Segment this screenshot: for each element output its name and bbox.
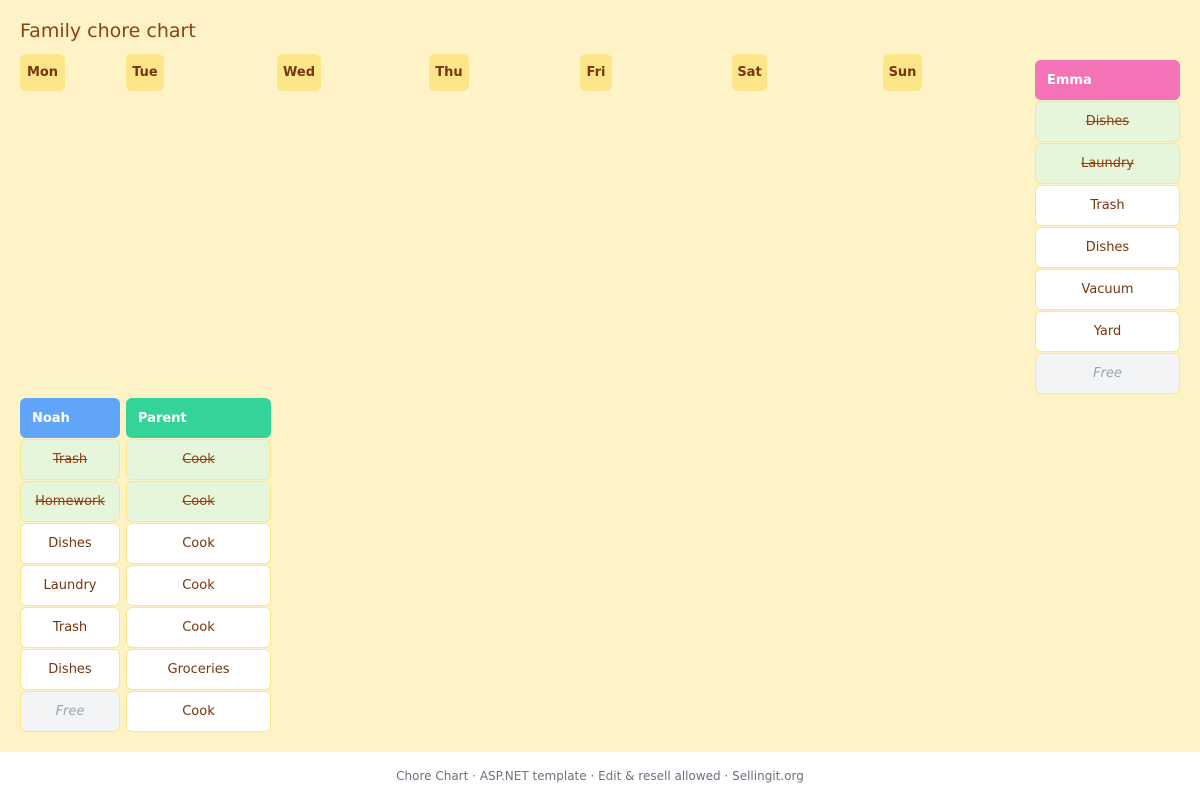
chore-item[interactable]: Cook — [126, 691, 271, 732]
chore-item[interactable]: Cook — [126, 565, 271, 606]
chore-item[interactable]: Groceries — [126, 649, 271, 690]
member-column-noah: Noah Trash Homework Dishes Laundry Trash Dish… — [20, 398, 120, 733]
chore-item[interactable]: Cook — [126, 607, 271, 648]
task-list: Trash Homework Dishes Laundry Trash Dishes Fre… — [20, 439, 120, 732]
chore-item[interactable]: Cook — [126, 439, 271, 480]
member-column-parent: Parent Cook Cook Cook Cook Cook Groceries Cook — [126, 398, 271, 733]
chore-item[interactable]: Trash — [20, 607, 120, 648]
chore-item[interactable]: Cook — [126, 481, 271, 522]
footer-text: Chore Chart · ASP.NET template · Edit & … — [396, 769, 804, 783]
member-header[interactable]: Noah — [20, 398, 120, 438]
chore-item[interactable]: Laundry — [1035, 143, 1180, 184]
chore-item[interactable]: Dishes — [1035, 101, 1180, 142]
chore-item[interactable]: Vacuum — [1035, 269, 1180, 310]
member-column-emma: Emma Dishes Laundry Trash Dishes Vacuum Yard F… — [1035, 60, 1180, 395]
day-header-sat[interactable]: Sat — [732, 54, 767, 91]
chore-item[interactable]: Dishes — [1035, 227, 1180, 268]
chore-item[interactable]: Trash — [1035, 185, 1180, 226]
day-header-wed[interactable]: Wed — [277, 54, 321, 91]
day-header-sun[interactable]: Sun — [883, 54, 922, 91]
chore-item[interactable]: Yard — [1035, 311, 1180, 352]
chore-item[interactable]: Dishes — [20, 523, 120, 564]
task-list: Cook Cook Cook Cook Cook Groceries Cook — [126, 439, 271, 732]
free-slot[interactable]: Free — [20, 691, 120, 732]
page-title: Family chore chart — [20, 20, 196, 42]
chore-item[interactable]: Dishes — [20, 649, 120, 690]
member-name: Noah — [32, 410, 70, 426]
member-header[interactable]: Parent — [126, 398, 271, 438]
day-header-fri[interactable]: Fri — [580, 54, 612, 91]
footer: Chore Chart · ASP.NET template · Edit & … — [0, 752, 1200, 800]
day-header-thu[interactable]: Thu — [429, 54, 469, 91]
chore-item[interactable]: Cook — [126, 523, 271, 564]
free-slot[interactable]: Free — [1035, 353, 1180, 394]
task-list: Dishes Laundry Trash Dishes Vacuum Yard Free — [1035, 101, 1180, 394]
day-header-mon[interactable]: Mon — [20, 54, 65, 91]
member-header[interactable]: Emma — [1035, 60, 1180, 100]
member-name: Emma — [1047, 72, 1092, 88]
member-name: Parent — [138, 410, 187, 426]
day-header-tue[interactable]: Tue — [126, 54, 164, 91]
chore-item[interactable]: Laundry — [20, 565, 120, 606]
chore-item[interactable]: Trash — [20, 439, 120, 480]
chore-item[interactable]: Homework — [20, 481, 120, 522]
